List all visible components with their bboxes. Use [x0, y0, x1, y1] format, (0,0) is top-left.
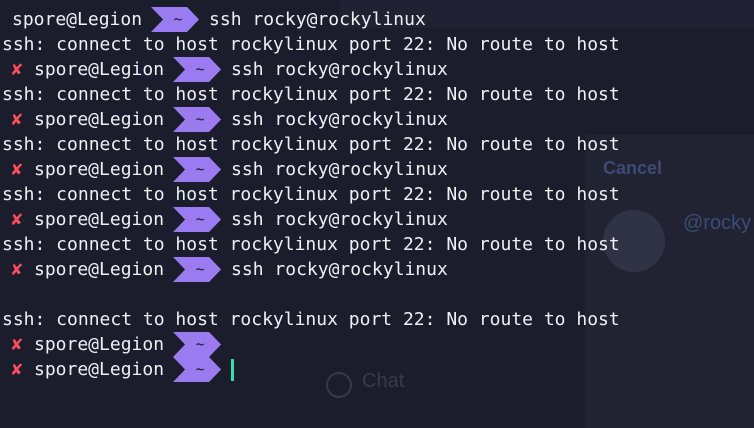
- prompt-user: spore@Legion: [34, 259, 165, 280]
- error-x-icon: ✘: [11, 209, 23, 230]
- command-text: ssh rocky@rockylinux: [209, 9, 426, 30]
- error-output: ssh: connect to host rockylinux port 22:…: [2, 309, 620, 330]
- text-cursor[interactable]: [231, 358, 235, 381]
- prompt-directory-segment: ~: [173, 357, 221, 382]
- prompt-line: ✘ spore@Legion ~ ssh rocky@rockylinux: [0, 107, 448, 132]
- error-x-icon: ✘: [11, 334, 23, 355]
- command-text: ssh rocky@rockylinux: [231, 109, 448, 130]
- error-output: ssh: connect to host rockylinux port 22:…: [2, 34, 620, 55]
- prompt-user: spore@Legion: [34, 59, 165, 80]
- prompt-line: ✘ spore@Legion ~: [0, 332, 221, 357]
- prompt-directory-segment: ~: [173, 257, 221, 282]
- error-output: ssh: connect to host rockylinux port 22:…: [2, 234, 620, 255]
- prompt-directory: ~: [195, 260, 205, 278]
- prompt-user: spore@Legion: [34, 159, 165, 180]
- prompt-line: ✘ spore@Legion ~ ssh rocky@rockylinux: [0, 257, 448, 282]
- error-x-icon: ✘: [11, 259, 23, 280]
- prompt-directory: ~: [195, 360, 205, 378]
- prompt-directory: ~: [195, 160, 205, 178]
- terminal-window[interactable]: spore@Legion ~ ssh rocky@rockylinux ssh:…: [0, 0, 754, 428]
- prompt-directory: ~: [195, 60, 205, 78]
- prompt-user: spore@Legion: [34, 334, 165, 355]
- prompt-user: spore@Legion: [12, 9, 143, 30]
- prompt-user: spore@Legion: [34, 359, 165, 380]
- prompt-line: ✘ spore@Legion ~ ssh rocky@rockylinux: [0, 57, 448, 82]
- error-output: ssh: connect to host rockylinux port 22:…: [2, 84, 620, 105]
- prompt-directory-segment: ~: [173, 207, 221, 232]
- prompt-line: spore@Legion ~ ssh rocky@rockylinux: [0, 7, 426, 32]
- prompt-user: spore@Legion: [34, 109, 165, 130]
- prompt-directory-segment: ~: [173, 157, 221, 182]
- error-x-icon: ✘: [11, 59, 23, 80]
- error-x-icon: ✘: [11, 159, 23, 180]
- prompt-directory-segment: ~: [151, 7, 199, 32]
- command-text: ssh rocky@rockylinux: [231, 259, 448, 280]
- prompt-user: spore@Legion: [34, 209, 165, 230]
- error-x-icon: ✘: [11, 359, 23, 380]
- error-output: ssh: connect to host rockylinux port 22:…: [2, 134, 620, 155]
- prompt-directory: ~: [195, 335, 205, 353]
- prompt-directory: ~: [173, 10, 183, 28]
- prompt-line: ✘ spore@Legion ~ ssh rocky@rockylinux: [0, 157, 448, 182]
- prompt-directory-segment: ~: [173, 107, 221, 132]
- active-prompt-line[interactable]: ✘ spore@Legion ~: [0, 357, 235, 382]
- command-text: ssh rocky@rockylinux: [231, 159, 448, 180]
- error-output: ssh: connect to host rockylinux port 22:…: [2, 184, 620, 205]
- command-text: ssh rocky@rockylinux: [231, 59, 448, 80]
- error-x-icon: ✘: [11, 109, 23, 130]
- prompt-directory-segment: ~: [173, 332, 221, 357]
- prompt-directory: ~: [195, 210, 205, 228]
- command-text: ssh rocky@rockylinux: [231, 209, 448, 230]
- prompt-directory-segment: ~: [173, 57, 221, 82]
- prompt-line: ✘ spore@Legion ~ ssh rocky@rockylinux: [0, 207, 448, 232]
- prompt-directory: ~: [195, 110, 205, 128]
